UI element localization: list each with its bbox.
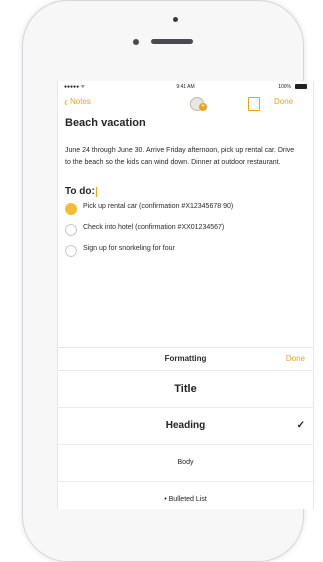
text-cursor — [95, 186, 97, 197]
unchecked-circle-icon[interactable] — [65, 224, 77, 236]
checklist-item[interactable]: Sign up for snorkeling for four — [65, 244, 306, 257]
format-option-label: • Bulleted List — [164, 496, 207, 503]
status-time: 9:41 AM — [176, 84, 195, 90]
checked-circle-icon[interactable] — [65, 203, 77, 215]
note-title[interactable]: Beach vacation — [65, 117, 306, 129]
nav-bar: ‹ Notes + Done — [58, 93, 313, 115]
note-paragraph[interactable]: June 24 through June 30. Arrive Friday a… — [65, 145, 300, 169]
note-body[interactable]: Beach vacation June 24 through June 30. … — [58, 117, 313, 257]
screen: ●●●●● ᯤ 9:41 AM 100% ‹ Notes + Done Beac… — [57, 81, 314, 509]
formatting-done-button[interactable]: Done — [286, 348, 305, 370]
format-option-title[interactable]: Title — [58, 371, 313, 408]
format-option-label: Body — [177, 459, 194, 466]
status-bar: ●●●●● ᯤ 9:41 AM 100% — [58, 81, 313, 93]
done-button[interactable]: Done — [274, 97, 293, 106]
format-option-label: Heading — [165, 420, 206, 431]
front-sensor — [173, 17, 178, 22]
back-button[interactable]: ‹ Notes — [64, 94, 91, 109]
earpiece-speaker — [151, 39, 193, 44]
checkmark-icon: ✓ — [296, 420, 305, 431]
chevron-left-icon: ‹ — [64, 94, 68, 109]
format-option-label: Title — [174, 383, 197, 395]
format-option-bulleted-list[interactable]: • Bulleted List — [58, 482, 313, 509]
share-button[interactable] — [248, 97, 260, 111]
battery-percent: 100% — [278, 84, 291, 90]
checklist-item[interactable]: Check into hotel (confirmation #XX012345… — [65, 223, 306, 236]
checklist-item-text[interactable]: Pick up rental car (confirmation #X12345… — [83, 202, 288, 212]
checklist-item-text[interactable]: Sign up for snorkeling for four — [83, 244, 288, 254]
unchecked-circle-icon[interactable] — [65, 245, 77, 257]
todo-heading-text: To do: — [65, 186, 95, 197]
back-label: Notes — [70, 97, 91, 106]
add-people-button[interactable]: + — [188, 95, 208, 111]
phone-frame: ●●●●● ᯤ 9:41 AM 100% ‹ Notes + Done Beac… — [22, 0, 314, 562]
plus-icon: + — [199, 103, 207, 111]
formatting-title: Formatting — [164, 354, 207, 363]
formatting-panel: Formatting Done Title Heading ✓ Body • B… — [58, 347, 313, 509]
battery-icon — [295, 84, 307, 89]
checklist: Pick up rental car (confirmation #X12345… — [65, 202, 306, 257]
front-camera — [133, 39, 139, 45]
checklist-item-text[interactable]: Check into hotel (confirmation #XX012345… — [83, 223, 288, 233]
formatting-header: Formatting Done — [58, 348, 313, 371]
checklist-item[interactable]: Pick up rental car (confirmation #X12345… — [65, 202, 306, 215]
format-option-body[interactable]: Body — [58, 445, 313, 482]
todo-heading[interactable]: To do: — [65, 186, 306, 197]
format-option-heading[interactable]: Heading ✓ — [58, 408, 313, 445]
